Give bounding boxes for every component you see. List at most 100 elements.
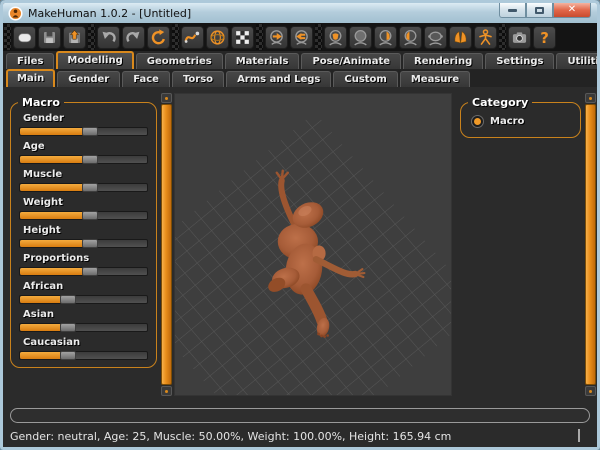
right-view-button[interactable]	[374, 26, 397, 49]
slider-handle[interactable]	[60, 351, 76, 360]
slider-label: Gender	[23, 113, 148, 124]
help-button[interactable]: ?	[533, 26, 556, 49]
scroll-up-cap[interactable]	[161, 93, 172, 103]
subtab-gender[interactable]: Gender	[57, 71, 120, 87]
tab-materials[interactable]: Materials	[225, 53, 300, 69]
slider-height-track[interactable]	[19, 239, 148, 248]
close-button[interactable]: ✕	[553, 3, 591, 18]
background-button[interactable]	[231, 26, 254, 49]
maximize-button[interactable]	[526, 3, 553, 18]
toolbar-separator	[4, 24, 11, 50]
help-question-icon: ?	[536, 29, 553, 46]
tab-pose-animate[interactable]: Pose/Animate	[301, 53, 401, 69]
subtab-arms-and-legs[interactable]: Arms and Legs	[226, 71, 331, 87]
redo-button[interactable]	[122, 26, 145, 49]
slider-age: Age	[19, 141, 148, 164]
save-button[interactable]	[38, 26, 61, 49]
slider-muscle-track[interactable]	[19, 183, 148, 192]
tab-settings[interactable]: Settings	[485, 53, 554, 69]
slider-proportions: Proportions	[19, 253, 148, 276]
subtab-face[interactable]: Face	[122, 71, 170, 87]
load-button[interactable]	[63, 26, 86, 49]
slider-handle[interactable]	[82, 239, 98, 248]
toolbar-separator	[315, 24, 322, 50]
category-macro-radio[interactable]: Macro	[469, 113, 572, 130]
reset-circular-arrows-icon	[150, 29, 167, 46]
slider-height: Height	[19, 225, 148, 248]
wireframe-button[interactable]	[206, 26, 229, 49]
scroll-up-cap[interactable]	[585, 93, 596, 103]
grab-screen-button[interactable]	[508, 26, 531, 49]
slider-label: Asian	[23, 309, 148, 320]
tab-rendering[interactable]: Rendering	[403, 53, 483, 69]
viewport-3d[interactable]	[174, 93, 452, 396]
body-view-button[interactable]	[474, 26, 497, 49]
back-view-icon	[352, 29, 369, 46]
save-floppy-icon	[41, 29, 58, 46]
slider-handle[interactable]	[60, 295, 76, 304]
macro-group-title: Macro	[18, 96, 64, 109]
slider-handle[interactable]	[82, 155, 98, 164]
bottom-view-button[interactable]	[449, 26, 472, 49]
progress-bar	[10, 408, 590, 423]
reset-pose-button[interactable]	[147, 26, 170, 49]
subtab-measure[interactable]: Measure	[400, 71, 470, 87]
symmetry-right-button[interactable]	[265, 26, 288, 49]
undo-button[interactable]	[97, 26, 120, 49]
minimize-button[interactable]	[499, 3, 526, 18]
slider-handle[interactable]	[60, 323, 76, 332]
svg-text:?: ?	[540, 29, 549, 46]
window-controls: ✕	[499, 3, 591, 18]
subtab-torso[interactable]: Torso	[172, 71, 224, 87]
slider-handle[interactable]	[82, 183, 98, 192]
scroll-thumb[interactable]	[161, 104, 172, 385]
slider-asian-track[interactable]	[19, 323, 148, 332]
scroll-thumb[interactable]	[585, 104, 596, 385]
top-view-icon	[427, 29, 444, 46]
smooth-button[interactable]	[181, 26, 204, 49]
back-view-button[interactable]	[349, 26, 372, 49]
toolbar-separator	[172, 24, 179, 50]
subtab-custom[interactable]: Custom	[333, 71, 397, 87]
left-view-button[interactable]	[399, 26, 422, 49]
slider-handle[interactable]	[82, 267, 98, 276]
checkerboard-icon	[234, 29, 251, 46]
left-panel-scrollbar[interactable]	[160, 91, 173, 404]
slider-label: African	[23, 281, 148, 292]
symmetry-left-button[interactable]	[290, 26, 313, 49]
tab-modelling[interactable]: Modelling	[56, 51, 133, 69]
front-view-button[interactable]	[324, 26, 347, 49]
radio-label: Macro	[490, 116, 524, 127]
slider-handle[interactable]	[82, 211, 98, 220]
tab-files[interactable]: Files	[6, 53, 54, 69]
sub-tab-bar: Main Gender Face Torso Arms and Legs Cus…	[3, 69, 597, 87]
tab-geometries[interactable]: Geometries	[136, 53, 223, 69]
slider-label: Age	[23, 141, 148, 152]
slider-weight-track[interactable]	[19, 211, 148, 220]
title-bar: MakeHuman 1.0.2 - [Untitled] ✕	[3, 3, 597, 23]
slider-gender-track[interactable]	[19, 127, 148, 136]
category-panel: Category Macro	[453, 91, 584, 404]
front-view-icon	[327, 29, 344, 46]
slider-handle[interactable]	[82, 127, 98, 136]
slider-african-track[interactable]	[19, 295, 148, 304]
main-tab-bar: Files Modelling Geometries Materials Pos…	[3, 51, 597, 69]
tab-utilities[interactable]: Utilities	[556, 53, 600, 69]
new-button[interactable]	[13, 26, 36, 49]
right-panel-scrollbar[interactable]	[584, 91, 597, 404]
top-view-button[interactable]	[424, 26, 447, 49]
redo-icon	[125, 29, 142, 46]
status-cursor	[578, 429, 580, 442]
toolbar: ?	[3, 23, 597, 51]
slider-caucasian: Caucasian	[19, 337, 148, 360]
slider-proportions-track[interactable]	[19, 267, 148, 276]
symmetry-right-icon	[268, 29, 285, 46]
category-group-title: Category	[468, 96, 532, 109]
scroll-down-cap[interactable]	[161, 386, 172, 396]
subtab-main[interactable]: Main	[6, 69, 55, 87]
slider-age-track[interactable]	[19, 155, 148, 164]
slider-caucasian-track[interactable]	[19, 351, 148, 360]
window-title: MakeHuman 1.0.2 - [Untitled]	[28, 7, 191, 20]
scroll-down-cap[interactable]	[585, 386, 596, 396]
slider-gender: Gender	[19, 113, 148, 136]
